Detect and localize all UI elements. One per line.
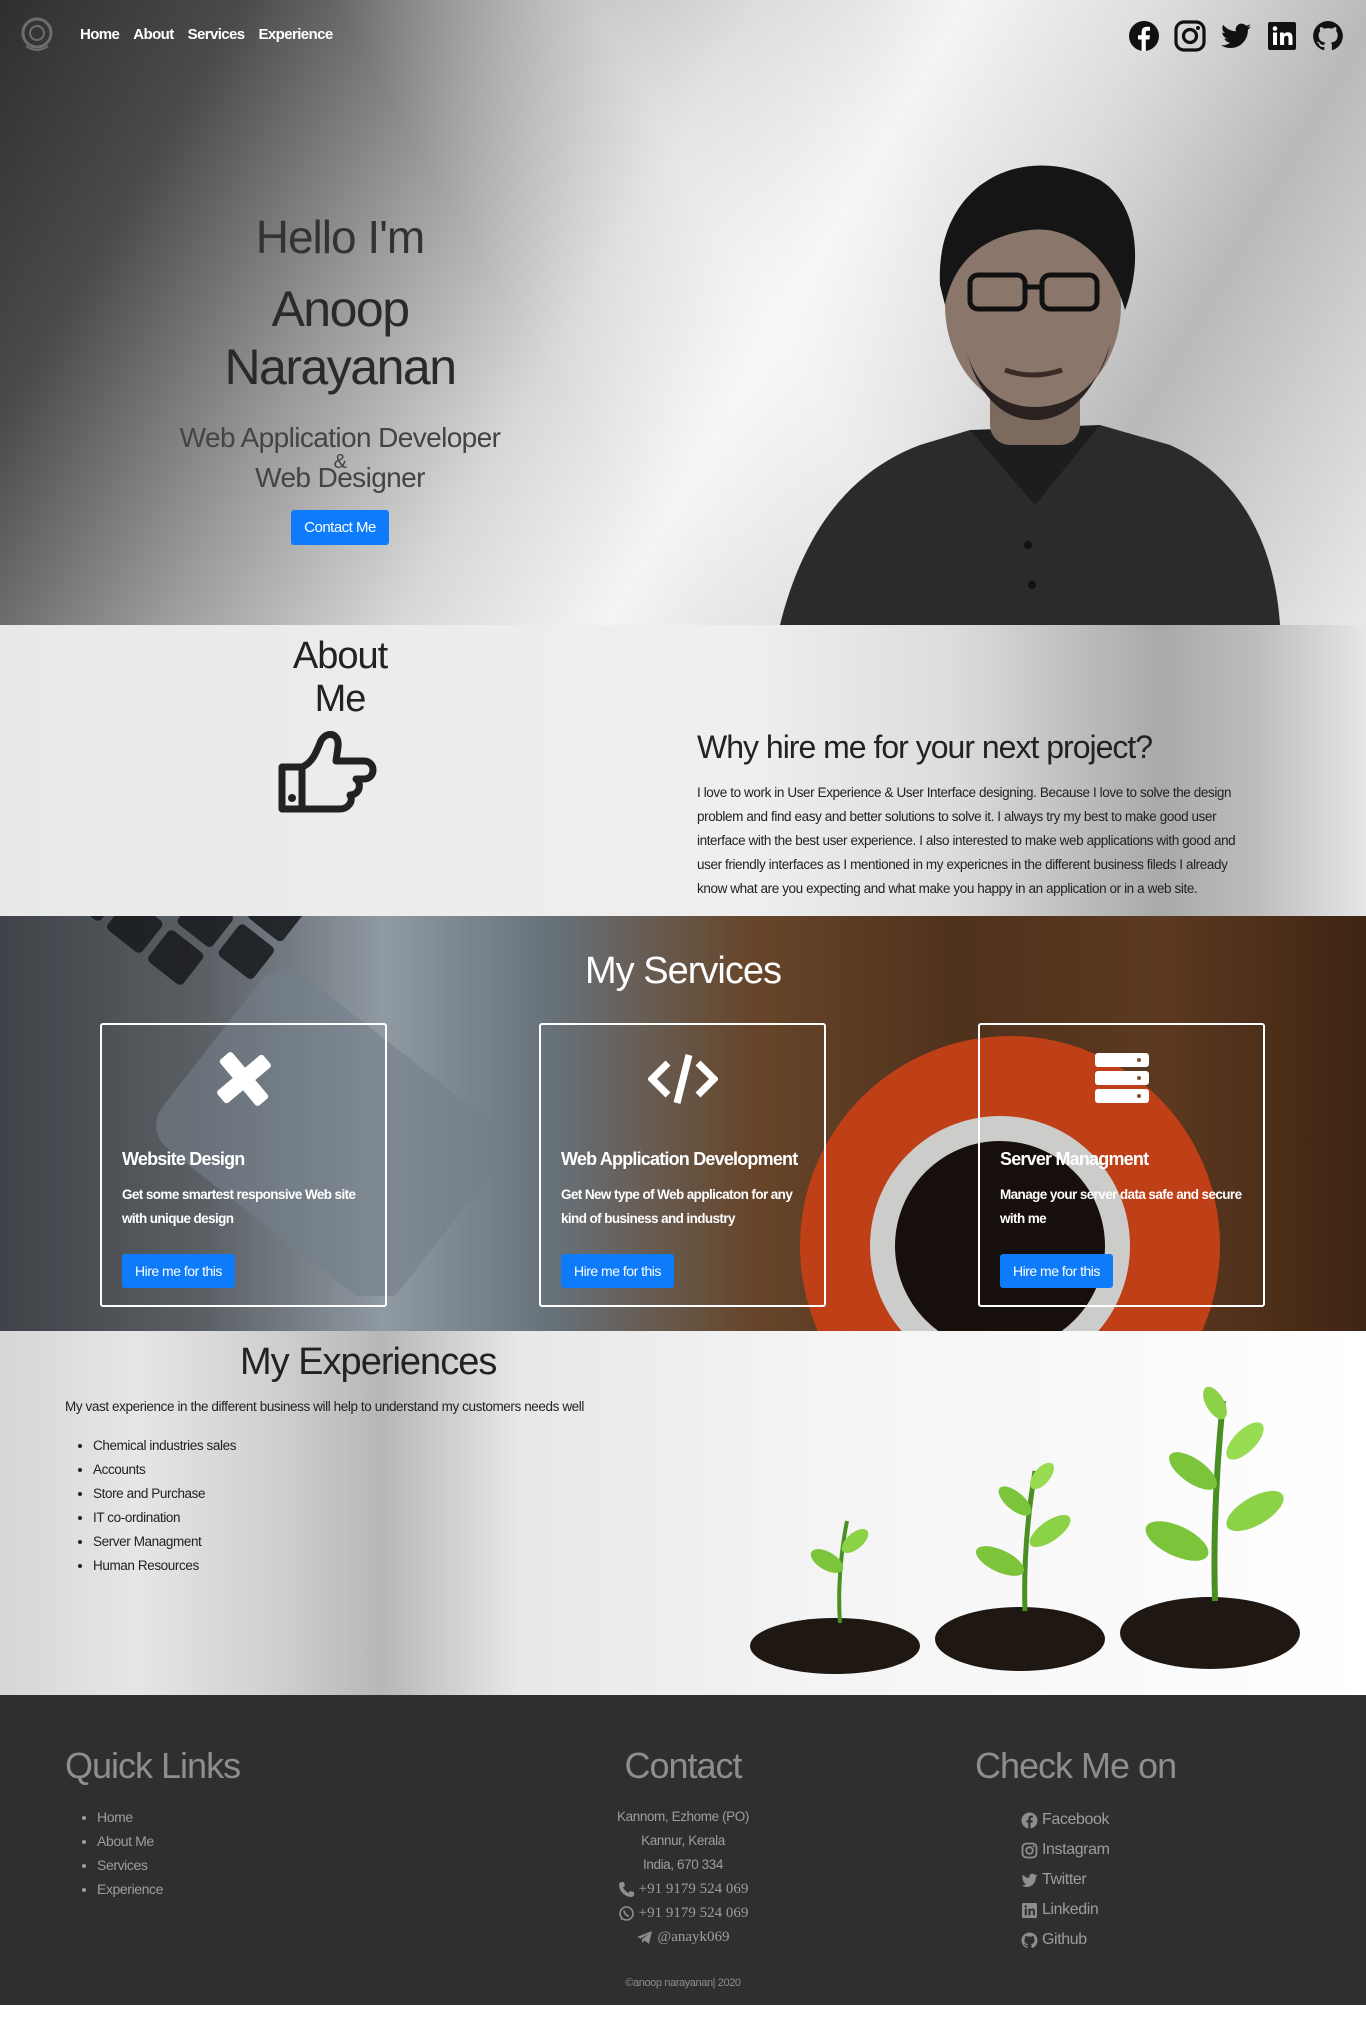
quick-links-list: Home About Me Services Experience <box>97 1805 240 1901</box>
contact-title: Contact <box>624 1745 742 1786</box>
service-card-website-design: Website Design Get some smartest respons… <box>100 1023 387 1307</box>
list-item: Accounts <box>93 1458 236 1482</box>
telegram-icon <box>636 1929 653 1946</box>
hero-name: Anoop Narayanan <box>224 281 457 395</box>
facebook-icon[interactable] <box>1128 20 1160 52</box>
logo-icon[interactable] <box>20 16 54 54</box>
experience-section: My Experiences My vast experience in the… <box>0 1331 1366 1695</box>
service-card-description: Get some smartest responsive Web site wi… <box>122 1187 356 1226</box>
instagram-icon <box>1021 1842 1038 1859</box>
nav-about-link[interactable]: About <box>133 26 174 43</box>
contact-me-button[interactable]: Contact Me <box>291 510 389 545</box>
linkedin-icon[interactable] <box>1266 20 1298 52</box>
service-card-title: Web Application Development <box>561 1149 798 1169</box>
service-card-description: Get New type of Web applicaton for any k… <box>561 1187 793 1226</box>
contact-telegram[interactable]: @anayk069 <box>533 1925 833 1949</box>
contact-phone[interactable]: +91 9179 524 069 <box>533 1877 833 1901</box>
copyright-text: ©anoop narayanan| 2020 <box>625 1977 741 1989</box>
footer-facebook-link[interactable]: Facebook <box>1021 1805 1176 1835</box>
navbar: Home About Services Experience <box>0 0 1366 74</box>
whatsapp-icon <box>618 1905 635 1922</box>
list-item: Chemical industries sales <box>93 1434 236 1458</box>
growing-plants-image <box>750 1386 1300 1674</box>
services-section: My Services Website Design Get some smar… <box>0 916 1366 1331</box>
footer-link-about[interactable]: About Me <box>97 1829 240 1853</box>
footer-github-link[interactable]: Github <box>1021 1925 1176 1955</box>
list-item: Human Resources <box>93 1554 236 1578</box>
experience-title: My Experiences <box>240 1341 497 1383</box>
check-me-on-title: Check Me on <box>975 1745 1177 1786</box>
github-icon[interactable] <box>1312 20 1344 52</box>
list-item: Server Managment <box>93 1530 236 1554</box>
footer-link-services[interactable]: Services <box>97 1853 240 1877</box>
nav-experience-link[interactable]: Experience <box>259 26 334 43</box>
linkedin-icon <box>1021 1902 1038 1919</box>
design-tools-icon <box>102 1049 385 1109</box>
hire-server-management-button[interactable]: Hire me for this <box>1000 1254 1113 1288</box>
list-item: Store and Purchase <box>93 1482 236 1506</box>
address-line: India, 670 334 <box>643 1857 723 1872</box>
social-profiles-list: Facebook Instagram Twitter Linkedin Gith… <box>1021 1805 1176 1955</box>
hire-web-application-button[interactable]: Hire me for this <box>561 1254 674 1288</box>
quick-links-column: Quick Links Home About Me Services Exper… <box>65 1745 241 1901</box>
about-title: About Me <box>292 635 388 720</box>
profile-photo <box>780 165 1280 625</box>
phone-icon <box>618 1881 635 1898</box>
social-profiles-column: Check Me on Facebook Instagram Twitter L… <box>975 1745 1177 1955</box>
experience-lead: My vast experience in the different busi… <box>65 1399 584 1414</box>
about-body: I love to work in User Experience & User… <box>697 785 1236 896</box>
nav-links: Home About Services Experience <box>80 26 333 43</box>
nav-home-link[interactable]: Home <box>80 26 120 43</box>
footer-linkedin-link[interactable]: Linkedin <box>1021 1895 1176 1925</box>
contact-column: Contact Kannom, Ezhome (PO) Kannur, Kera… <box>533 1745 833 1949</box>
nav-services-link[interactable]: Services <box>188 26 246 43</box>
instagram-icon[interactable] <box>1174 20 1206 52</box>
hero-role-ampersand: & <box>333 451 347 473</box>
hand-point-right-icon <box>278 731 377 813</box>
list-item: IT co-ordination <box>93 1506 236 1530</box>
hero-roles: Web Application Developer & Web Designer <box>160 418 520 498</box>
social-links <box>1128 20 1344 52</box>
quick-links-title: Quick Links <box>65 1745 241 1786</box>
hire-website-design-button[interactable]: Hire me for this <box>122 1254 235 1288</box>
footer: Quick Links Home About Me Services Exper… <box>0 1695 1366 2005</box>
server-icon <box>980 1049 1263 1109</box>
service-card-title: Server Managment <box>1000 1149 1149 1169</box>
github-icon <box>1021 1932 1038 1949</box>
service-card-description: Manage your server data safe and secure … <box>1000 1187 1242 1226</box>
footer-link-home[interactable]: Home <box>97 1805 240 1829</box>
twitter-icon[interactable] <box>1220 20 1252 52</box>
footer-instagram-link[interactable]: Instagram <box>1021 1835 1176 1865</box>
twitter-icon <box>1021 1872 1038 1889</box>
address-line: Kannur, Kerala <box>641 1833 725 1848</box>
about-heading: Why hire me for your next project? <box>697 729 1153 765</box>
services-title: My Services <box>585 950 782 992</box>
service-card-web-application: Web Application Development Get New type… <box>539 1023 826 1307</box>
footer-twitter-link[interactable]: Twitter <box>1021 1865 1176 1895</box>
contact-address: Kannom, Ezhome (PO) Kannur, Kerala India… <box>533 1805 833 1877</box>
code-icon <box>541 1049 824 1109</box>
facebook-icon <box>1021 1812 1038 1829</box>
hero-intro: Hello I'm Anoop Narayanan Web Applicatio… <box>160 210 520 545</box>
service-card-server-management: Server Managment Manage your server data… <box>978 1023 1265 1307</box>
service-card-title: Website Design <box>122 1149 245 1169</box>
address-line: Kannom, Ezhome (PO) <box>617 1809 749 1824</box>
hero-section: Home About Services Experience Hello I'm <box>0 0 1366 625</box>
footer-link-experience[interactable]: Experience <box>97 1877 240 1901</box>
hero-greeting: Hello I'm <box>255 211 426 263</box>
about-section: About Me Why hire me for your next proje… <box>0 625 1366 916</box>
contact-whatsapp[interactable]: +91 9179 524 069 <box>533 1901 833 1925</box>
experience-list: Chemical industries sales Accounts Store… <box>93 1434 236 1578</box>
